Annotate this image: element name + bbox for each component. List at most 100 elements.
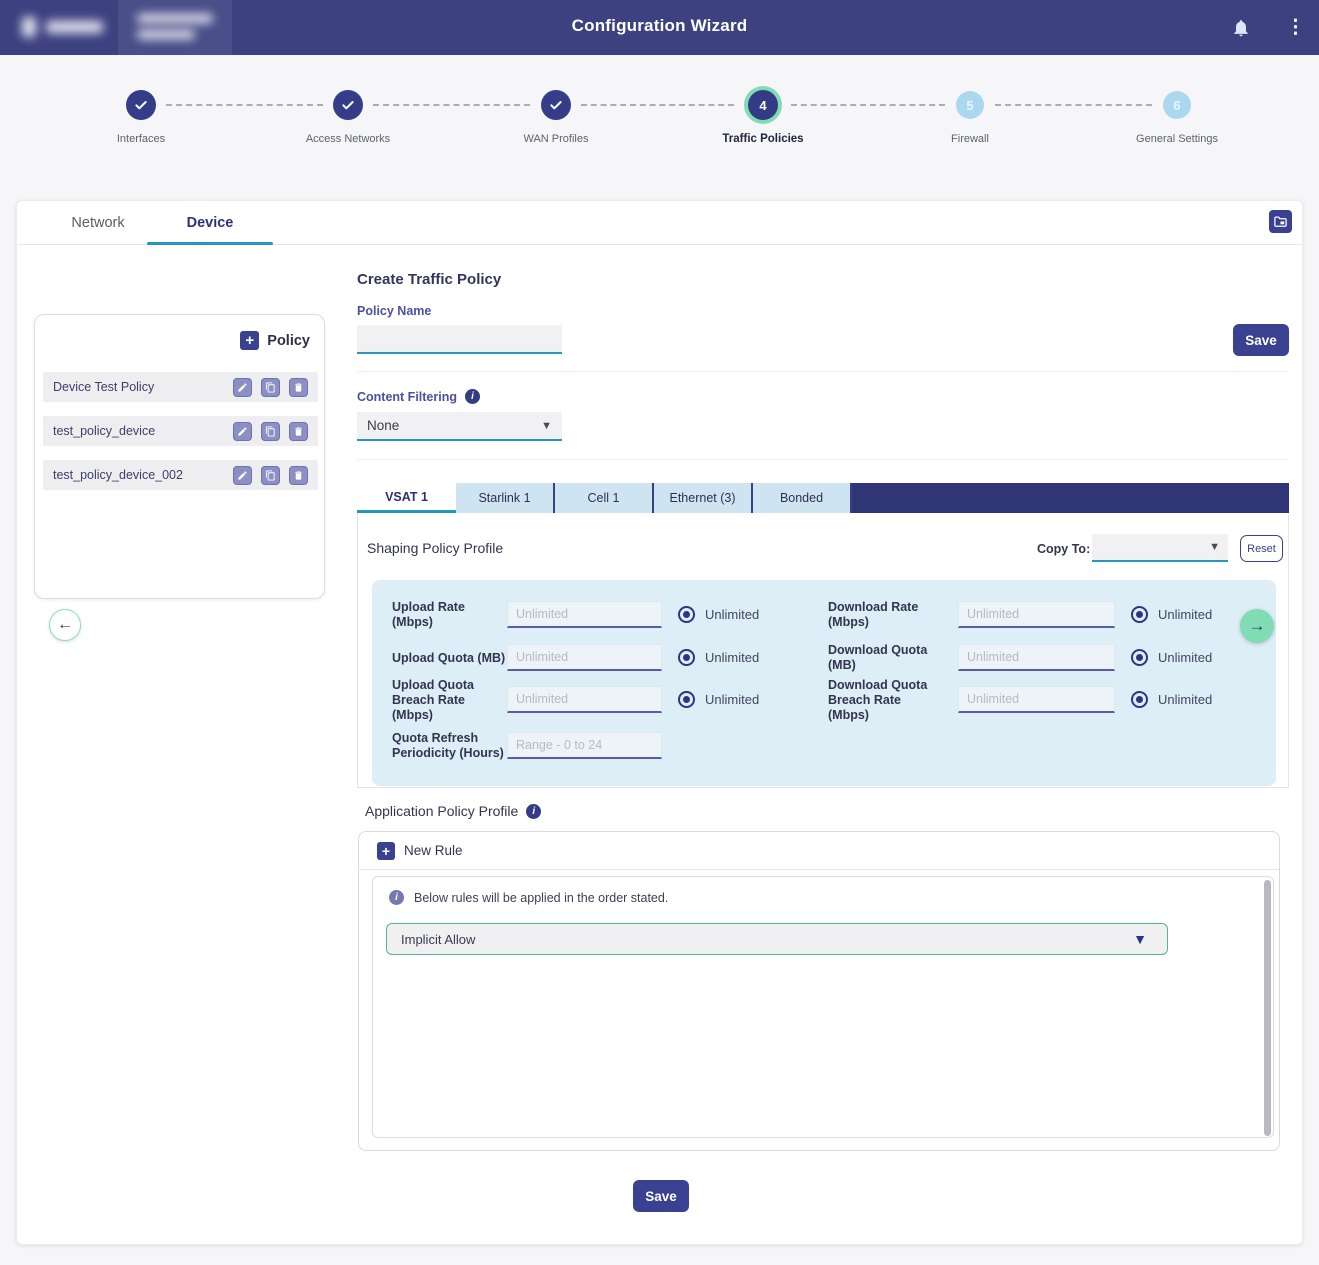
info-icon[interactable]: i [465,389,480,404]
notifications-bell-icon[interactable] [1231,17,1251,39]
step-access-networks-done-icon[interactable] [333,90,363,120]
device-policy-list: + Policy Device Test Policy test_policy_… [34,314,325,599]
rules-info-row: i Below rules will be applied in the ord… [389,890,668,905]
step-number: 4 [748,90,778,120]
step-connector [791,104,945,106]
delete-policy-icon[interactable] [289,378,308,397]
rule-value: Implicit Allow [401,932,475,947]
edit-policy-icon[interactable] [233,378,252,397]
tab-starlink-1[interactable]: Starlink 1 [456,483,555,513]
step-wan-profiles-done-icon[interactable] [541,90,571,120]
shaping-row: Upload Rate (Mbps) Unlimited Download Ra… [372,601,1276,629]
download-quota-breach-unlimited-radio[interactable] [1131,691,1148,708]
back-button[interactable]: ← [49,609,81,641]
policy-name-label: Policy Name [357,304,431,318]
policy-name: test_policy_device_002 [53,468,233,482]
upload-quota-breach-input[interactable] [507,686,662,713]
upload-quota-breach-label: Upload Quota Breach Rate (Mbps) [392,686,506,714]
form-title: Create Traffic Policy [357,271,501,288]
view-tabs: Network Device [17,201,1302,245]
active-tab-underline [147,242,273,245]
shaping-row: Upload Quota Breach Rate (Mbps) Unlimite… [372,686,1276,714]
step-connector [373,104,530,106]
duplicate-policy-icon[interactable] [261,466,280,485]
tab-vsat-1[interactable]: VSAT 1 [357,483,456,513]
content-filtering-select[interactable]: None ▼ [357,412,562,441]
download-quota-unlimited-radio[interactable] [1131,649,1148,666]
download-rate-unlimited-radio[interactable] [1131,606,1148,623]
rules-panel: i Below rules will be applied in the ord… [372,876,1274,1138]
policy-list-item[interactable]: test_policy_device_002 [43,460,318,490]
edit-policy-icon[interactable] [233,466,252,485]
content-filtering-label-row: Content Filtering i [357,389,480,404]
policy-name: Device Test Policy [53,380,233,394]
download-quota-breach-label: Download Quota Breach Rate (Mbps) [828,686,942,714]
step-connector [995,104,1152,106]
add-policy-label: Policy [267,333,310,349]
folder-icon[interactable] [1269,210,1292,233]
info-icon[interactable]: i [526,804,541,819]
upload-quota-unlimited-radio[interactable] [678,649,695,666]
step-firewall-todo[interactable]: 5 [956,91,984,119]
save-policy-button[interactable]: Save [1233,324,1289,356]
policy-list-item[interactable]: test_policy_device [43,416,318,446]
new-rule-button[interactable]: + New Rule [359,832,1279,870]
step-connector [166,104,323,106]
application-profile-title-row: Application Policy Profile i [365,803,541,819]
delete-policy-icon[interactable] [289,422,308,441]
step-label-interfaces: Interfaces [71,133,211,145]
download-rate-input[interactable] [958,601,1115,628]
step-interfaces-done-icon[interactable] [126,90,156,120]
upload-quota-label: Upload Quota (MB) [392,644,506,672]
divider [357,459,1289,460]
step-traffic-policies-current[interactable]: 4 [744,86,782,124]
plus-icon: + [240,331,259,350]
tab-device[interactable]: Device [147,201,273,245]
download-quota-input[interactable] [958,644,1115,671]
quota-refresh-label: Quota Refresh Periodicity (Hours) [392,732,506,760]
application-rules-section: + New Rule i Below rules will be applied… [358,831,1280,1151]
duplicate-policy-icon[interactable] [261,378,280,397]
unlimited-label: Unlimited [705,686,759,714]
caret-down-icon: ▼ [541,420,552,432]
download-quota-breach-input[interactable] [958,686,1115,713]
download-rate-label: Download Rate (Mbps) [828,601,942,629]
policy-name-input[interactable] [357,325,562,354]
apply-next-button[interactable]: → [1240,609,1274,643]
upload-rate-unlimited-radio[interactable] [678,606,695,623]
delete-policy-icon[interactable] [289,466,308,485]
duplicate-policy-icon[interactable] [261,422,280,441]
unlimited-label: Unlimited [705,644,759,672]
wizard-stepper: 4 5 6 Interfaces Access Networks WAN Pro… [0,78,1319,160]
arrow-right-icon: → [1249,616,1266,636]
policy-name: test_policy_device [53,424,233,438]
plus-icon: + [377,842,395,860]
caret-down-icon: ▼ [1133,931,1147,947]
shaping-section: VSAT 1 Starlink 1 Cell 1 Ethernet (3) Bo… [357,483,1289,788]
copy-to-label: Copy To: [1037,542,1090,556]
policy-list-item[interactable]: Device Test Policy [43,372,318,402]
copy-to-select[interactable]: ▼ [1092,534,1228,562]
content-filtering-label: Content Filtering [357,390,457,404]
shaping-fields-panel: Upload Rate (Mbps) Unlimited Download Ra… [372,580,1276,786]
reset-button[interactable]: Reset [1240,535,1283,562]
caret-down-icon: ▼ [1209,541,1220,553]
download-quota-label: Download Quota (MB) [828,644,942,672]
edit-policy-icon[interactable] [233,422,252,441]
tab-ethernet-3[interactable]: Ethernet (3) [654,483,753,513]
divider [357,371,1289,372]
overflow-menu-icon[interactable]: ⋮ [1286,14,1304,42]
add-policy-button[interactable]: + Policy [240,331,310,350]
upload-quota-breach-unlimited-radio[interactable] [678,691,695,708]
rule-implicit-allow-select[interactable]: Implicit Allow ▼ [386,923,1168,955]
upload-rate-input[interactable] [507,601,662,628]
quota-refresh-input[interactable] [507,732,662,759]
step-general-settings-todo[interactable]: 6 [1163,91,1191,119]
upload-quota-input[interactable] [507,644,662,671]
tab-bonded[interactable]: Bonded [753,483,852,513]
tab-cell-1[interactable]: Cell 1 [555,483,654,513]
step-label-general-settings: General Settings [1107,133,1247,145]
rules-scrollbar[interactable] [1264,880,1271,1136]
save-bottom-button[interactable]: Save [633,1180,689,1212]
tab-network[interactable]: Network [42,201,154,245]
